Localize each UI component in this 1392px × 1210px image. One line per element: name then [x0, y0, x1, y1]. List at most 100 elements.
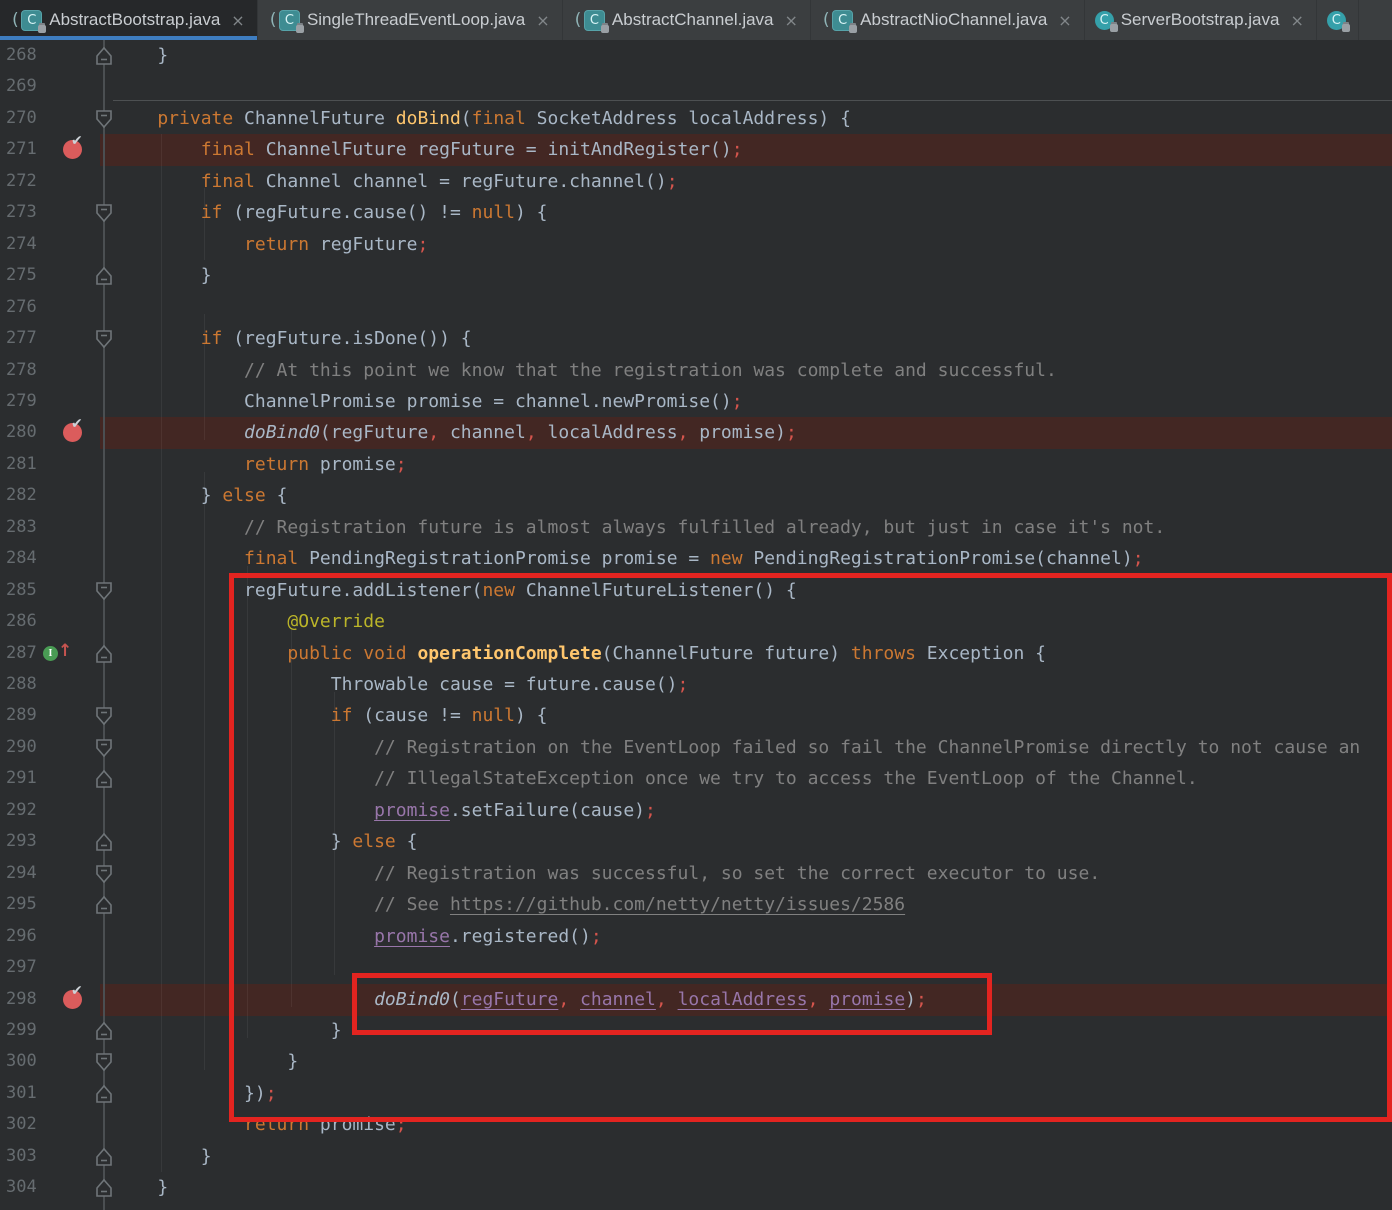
line-number: 298 [6, 984, 37, 1015]
fold-start-icon[interactable] [95, 738, 113, 758]
tab-partial[interactable]: C [1317, 0, 1359, 40]
code-line[interactable]: // Registration future is almost always … [114, 512, 1165, 543]
code-line[interactable]: final PendingRegistrationPromise promise… [114, 543, 1144, 574]
line-number: 273 [6, 197, 37, 228]
line-number: 303 [6, 1141, 37, 1172]
line-number: 292 [6, 795, 37, 826]
java-class-icon: C [1327, 11, 1346, 30]
lock-badge-icon [296, 25, 304, 33]
line-number: 280 [6, 417, 37, 448]
code-line[interactable]: final ChannelFuture regFuture = initAndR… [114, 134, 743, 165]
lock-badge-icon [849, 25, 857, 33]
fold-end-icon[interactable] [95, 1084, 113, 1104]
close-icon[interactable]: × [1290, 11, 1303, 30]
fold-end-icon[interactable] [95, 1021, 113, 1041]
tab-AbstractNioChannel.java[interactable]: (C AbstractNioChannel.java × [811, 0, 1085, 40]
code-line[interactable]: private ChannelFuture doBind(final Socke… [114, 103, 851, 134]
annotation-box-inner [352, 973, 992, 1035]
line-number: 288 [6, 669, 37, 700]
fold-end-icon[interactable] [95, 46, 113, 66]
ide-window: (C AbstractBootstrap.java × (C SingleThreadE… [0, 0, 1392, 1210]
code-line[interactable]: doBind0(regFuture, channel, localAddress… [114, 417, 797, 448]
tab-ServerBootstrap.java[interactable]: C ServerBootstrap.java × [1085, 0, 1317, 40]
fold-end-icon[interactable] [95, 644, 113, 664]
close-icon[interactable]: × [536, 11, 549, 30]
code-line[interactable]: ChannelPromise promise = channel.newProm… [114, 386, 743, 417]
line-number: 296 [6, 921, 37, 952]
fold-end-icon[interactable] [95, 832, 113, 852]
code-line[interactable]: } else { [114, 480, 287, 511]
code-line[interactable]: } [114, 1141, 212, 1172]
tab-label: AbstractNioChannel.java [860, 10, 1047, 30]
fold-end-icon[interactable] [95, 1147, 113, 1167]
code-line[interactable]: if (regFuture.cause() != null) { [114, 197, 548, 228]
fold-end-icon[interactable] [95, 769, 113, 789]
line-number: 270 [6, 103, 37, 134]
tab-AbstractChannel.java[interactable]: (CAbstractChannel.java× [563, 0, 811, 40]
line-number: 282 [6, 480, 37, 511]
java-class-icon: (C [821, 10, 853, 31]
line-number: 274 [6, 229, 37, 260]
tab-label: ServerBootstrap.java [1121, 10, 1280, 30]
java-class-icon: (C [10, 10, 42, 31]
lock-badge-icon [601, 25, 609, 33]
breakpoint-icon[interactable]: ✔ [63, 990, 82, 1009]
fold-start-icon[interactable] [95, 1052, 113, 1072]
editor-tab-bar: (C AbstractBootstrap.java × (C SingleThreadE… [0, 0, 1392, 40]
line-number: 294 [6, 858, 37, 889]
line-number: 297 [6, 952, 37, 983]
line-number: 295 [6, 889, 37, 920]
breakpoint-icon[interactable]: ✔ [63, 423, 82, 442]
line-number: 286 [6, 606, 37, 637]
tab-SingleThreadEventLoop.java[interactable]: (CSingleThreadEventLoop.java× [258, 0, 563, 40]
overrides-method-icon[interactable]: I [43, 646, 58, 661]
code-line[interactable]: return promise; [114, 449, 407, 480]
line-number: 293 [6, 826, 37, 857]
line-number: 287 [6, 638, 37, 669]
tab-AbstractBootstrap.java[interactable]: (C AbstractBootstrap.java × [0, 0, 258, 40]
line-number: 269 [6, 71, 37, 102]
line-number: 285 [6, 575, 37, 606]
code-line[interactable]: } [114, 260, 212, 291]
line-number: 291 [6, 763, 37, 794]
java-class-icon: (C [573, 10, 605, 31]
close-icon[interactable]: × [231, 11, 244, 30]
code-line[interactable]: if (regFuture.isDone()) { [114, 323, 472, 354]
line-number: 278 [6, 355, 37, 386]
code-line[interactable]: final Channel channel = regFuture.channe… [114, 166, 678, 197]
fold-end-icon[interactable] [95, 1178, 113, 1198]
line-number: 300 [6, 1046, 37, 1077]
fold-start-icon[interactable] [95, 203, 113, 223]
line-number: 272 [6, 166, 37, 197]
line-number: 283 [6, 512, 37, 543]
method-separator-line [113, 100, 1392, 101]
fold-end-icon[interactable] [95, 266, 113, 286]
checkmark-icon: ✔ [71, 416, 83, 432]
tab-label: SingleThreadEventLoop.java [307, 10, 525, 30]
line-number: 289 [6, 700, 37, 731]
fold-start-icon[interactable] [95, 706, 113, 726]
lock-badge-icon [38, 25, 46, 33]
line-number: 281 [6, 449, 37, 480]
code-line[interactable]: } [114, 1172, 168, 1203]
line-number: 301 [6, 1078, 37, 1109]
code-line[interactable]: return regFuture; [114, 229, 428, 260]
line-number: 304 [6, 1172, 37, 1203]
fold-start-icon[interactable] [95, 109, 113, 129]
fold-start-icon[interactable] [95, 864, 113, 884]
fold-end-icon[interactable] [95, 895, 113, 915]
code-line[interactable]: // At this point we know that the regist… [114, 355, 1057, 386]
java-class-icon: C [1095, 11, 1114, 30]
close-icon[interactable]: × [1058, 11, 1071, 30]
line-number: 284 [6, 543, 37, 574]
breakpoint-icon[interactable]: ✔ [63, 140, 82, 159]
line-number: 276 [6, 292, 37, 323]
line-number: 302 [6, 1109, 37, 1140]
code-line[interactable]: } [114, 40, 168, 71]
annotation-box-outer [229, 573, 1392, 1122]
fold-start-icon[interactable] [95, 581, 113, 601]
fold-start-icon[interactable] [95, 329, 113, 349]
line-number: 277 [6, 323, 37, 354]
close-icon[interactable]: × [785, 11, 798, 30]
tab-label: AbstractBootstrap.java [49, 10, 220, 30]
